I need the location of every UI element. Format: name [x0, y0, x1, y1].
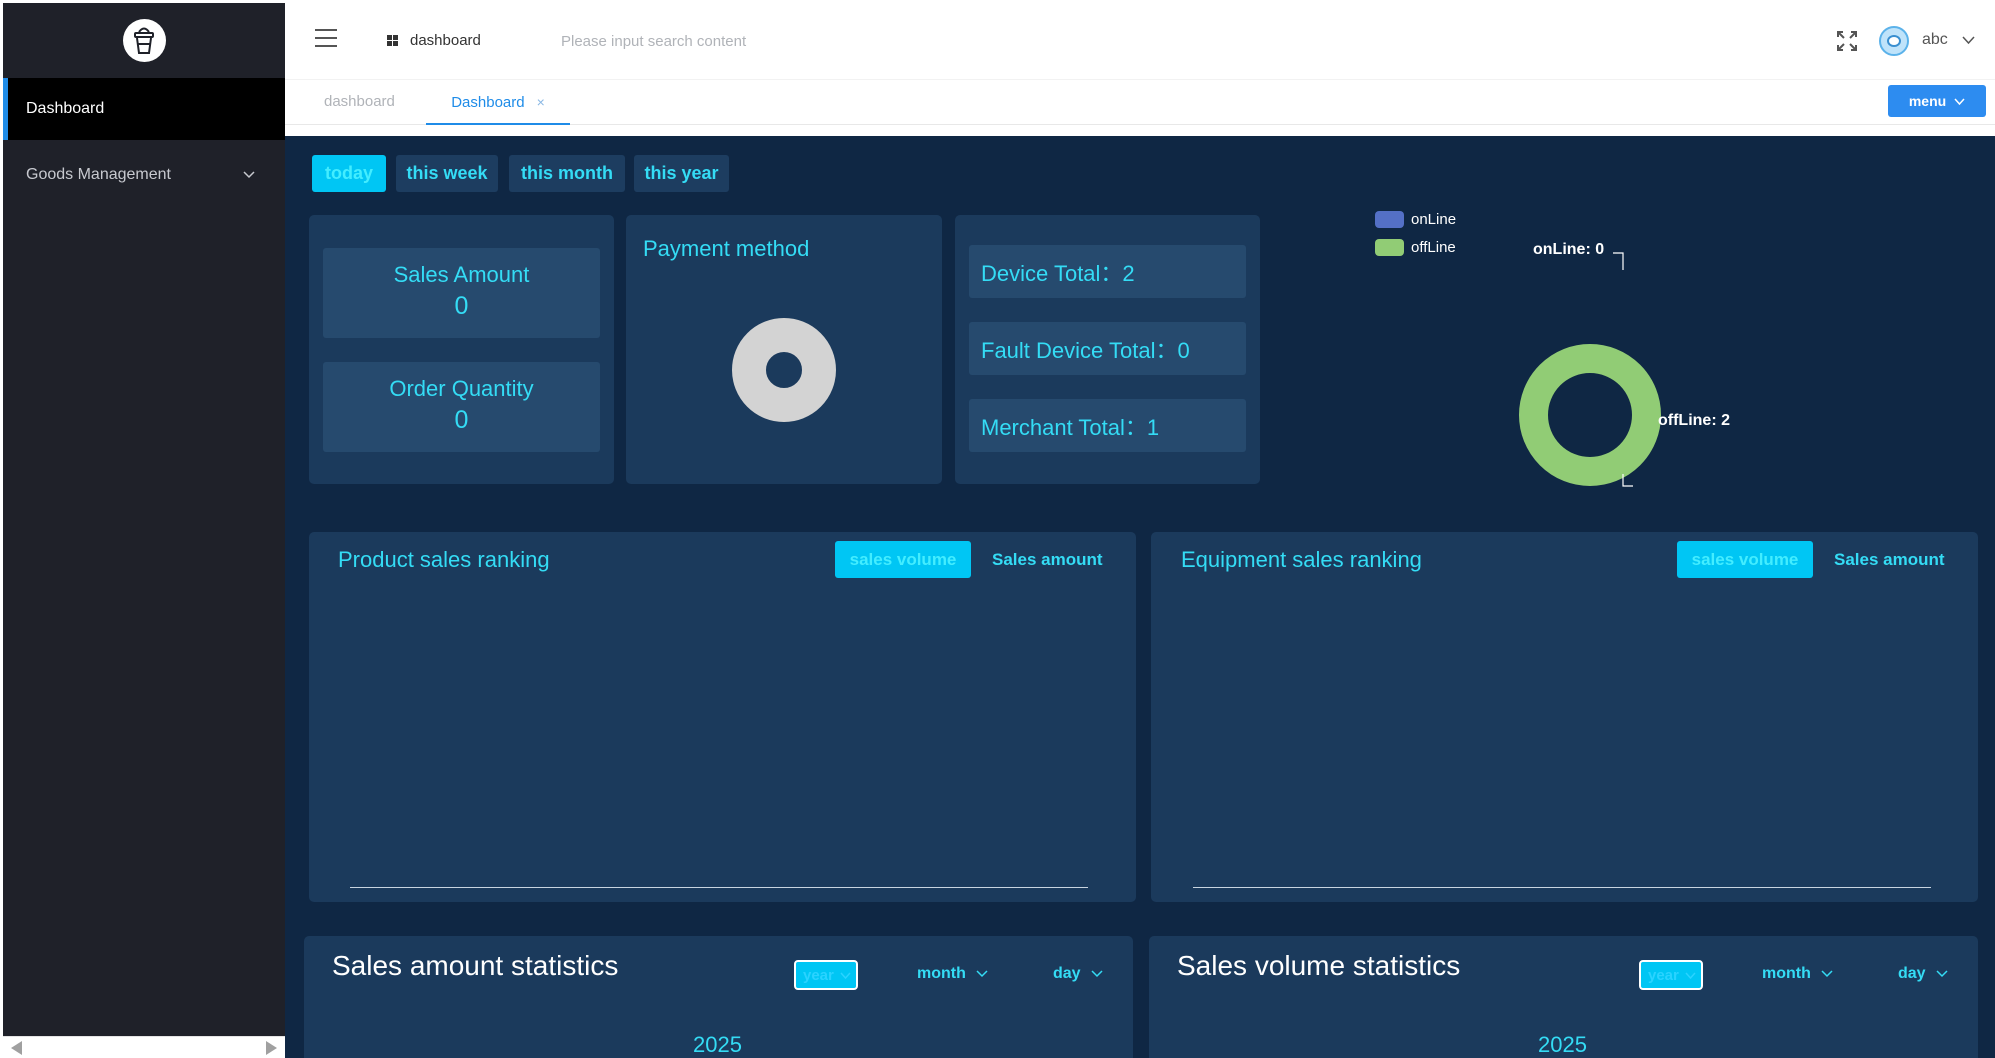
tab-label: Dashboard [451, 93, 525, 111]
year-select[interactable]: year [794, 960, 858, 990]
day-select-label: day [1053, 965, 1081, 982]
menu-button-label: menu [1908, 93, 1947, 109]
chevron-down-icon [1936, 970, 1948, 978]
order-quantity-card: Order Quantity 0 [323, 362, 600, 452]
fault-device-total: Fault Device Total：0 [969, 322, 1246, 375]
tabs-bar: dashboard Dashboard × menu [285, 81, 1995, 125]
day-select-label: day [1898, 965, 1926, 982]
sidebar-item-goods-management[interactable]: Goods Management [3, 140, 285, 210]
equipment-ranking-panel: Equipment sales ranking sales volume Sal… [1151, 532, 1978, 902]
hamburger-menu-icon[interactable] [315, 29, 337, 47]
sales-volume-statistics-panel: Sales volume statistics year month day 2… [1149, 936, 1978, 1058]
app-root: Dashboard Goods Management dashboard Ple… [0, 0, 1995, 1058]
chevron-down-icon [1091, 970, 1103, 978]
order-quantity-label: Order Quantity [389, 376, 534, 401]
sales-amount-statistics-title: Sales amount statistics [332, 950, 619, 981]
top-header: dashboard Please input search content ab… [285, 0, 1995, 80]
tab-dashboard[interactable]: dashboard [324, 93, 395, 110]
sales-summary-panel: Sales Amount 0 Order Quantity 0 [309, 215, 614, 484]
year-label: 2025 [693, 1032, 742, 1057]
sales-amount-statistics-panel: Sales amount statistics year month day 2… [304, 936, 1133, 1058]
user-name[interactable]: abc [1922, 31, 1948, 49]
sales-amount-card: Sales Amount 0 [323, 248, 600, 338]
donut-label-online: onLine: 0 [1533, 241, 1605, 258]
chevron-down-icon [243, 166, 255, 184]
chevron-down-icon [840, 971, 851, 979]
payment-method-panel: Payment method [626, 215, 942, 484]
sales-volume-toggle[interactable]: sales volume [835, 541, 971, 578]
donut-slice-offline[interactable] [1519, 344, 1661, 486]
year-select-label: year [803, 966, 834, 984]
product-ranking-title: Product sales ranking [338, 547, 550, 572]
scroll-left-icon[interactable] [11, 1040, 22, 1055]
sidebar-item-label: Goods Management [26, 166, 171, 183]
donut-label-offline: offLine: 2 [1658, 412, 1730, 429]
dashboard-main: today this week this month this year Sal… [285, 136, 1995, 1058]
device-total: Device Total：2 [969, 245, 1246, 298]
device-status-chart: onLine offLine onLine: 0 offLine: 2 [1335, 196, 1755, 516]
donut-leader-line-0 [1613, 252, 1624, 270]
device-summary-panel: Device Total：2 Fault Device Total：0 Merc… [955, 215, 1260, 484]
grid-icon [387, 35, 398, 46]
scroll-right-icon[interactable] [266, 1040, 277, 1055]
breadcrumb-label: dashboard [410, 32, 481, 49]
day-select[interactable]: day [1053, 965, 1103, 983]
payment-method-title: Payment method [643, 236, 810, 261]
chart-axis-line [350, 887, 1088, 888]
logo-area [3, 3, 285, 78]
month-select[interactable]: month [917, 965, 988, 983]
year-label: 2025 [1538, 1032, 1587, 1057]
month-select-label: month [1762, 965, 1811, 982]
sidebar-scrollbar[interactable] [3, 1036, 285, 1058]
period-week-button[interactable]: this week [396, 155, 498, 192]
sales-volume-toggle[interactable]: sales volume [1677, 541, 1813, 578]
payment-donut [732, 318, 836, 422]
day-select[interactable]: day [1898, 965, 1948, 983]
sidebar-item-label: Dashboard [26, 100, 105, 117]
merchant-total: Merchant Total：1 [969, 399, 1246, 452]
period-year-button[interactable]: this year [634, 155, 729, 192]
month-select-label: month [917, 965, 966, 982]
avatar[interactable] [1879, 26, 1909, 56]
year-select-label: year [1648, 966, 1679, 984]
equipment-ranking-title: Equipment sales ranking [1181, 547, 1422, 572]
period-month-button[interactable]: this month [509, 155, 625, 192]
chevron-down-icon [1821, 970, 1833, 978]
order-quantity-value: 0 [454, 406, 469, 434]
drink-cup-icon[interactable] [122, 19, 166, 62]
chart-axis-line [1193, 887, 1931, 888]
sales-amount-value: 0 [454, 292, 469, 320]
sales-amount-toggle[interactable]: Sales amount [1834, 550, 1945, 570]
chevron-down-icon [1685, 971, 1696, 979]
search-input[interactable]: Please input search content [561, 33, 746, 50]
chevron-down-icon [976, 970, 988, 978]
month-select[interactable]: month [1762, 965, 1833, 983]
year-select[interactable]: year [1639, 960, 1703, 990]
chevron-down-icon[interactable] [1962, 32, 1975, 50]
breadcrumb[interactable]: dashboard [387, 32, 481, 49]
period-today-button[interactable]: today [312, 155, 386, 192]
sales-volume-statistics-title: Sales volume statistics [1177, 950, 1461, 981]
menu-button[interactable]: menu [1888, 85, 1986, 117]
fullscreen-icon[interactable] [1836, 30, 1858, 52]
product-ranking-panel: Product sales ranking sales volume Sales… [309, 532, 1136, 902]
sales-amount-toggle[interactable]: Sales amount [992, 550, 1103, 570]
close-icon[interactable]: × [537, 94, 545, 110]
sales-amount-label: Sales Amount [393, 262, 530, 287]
sidebar: Dashboard Goods Management [3, 3, 285, 1058]
tab-dashboard-active[interactable]: Dashboard × [426, 81, 570, 125]
sidebar-item-dashboard[interactable]: Dashboard [3, 78, 285, 140]
chevron-down-icon [1954, 97, 1965, 105]
